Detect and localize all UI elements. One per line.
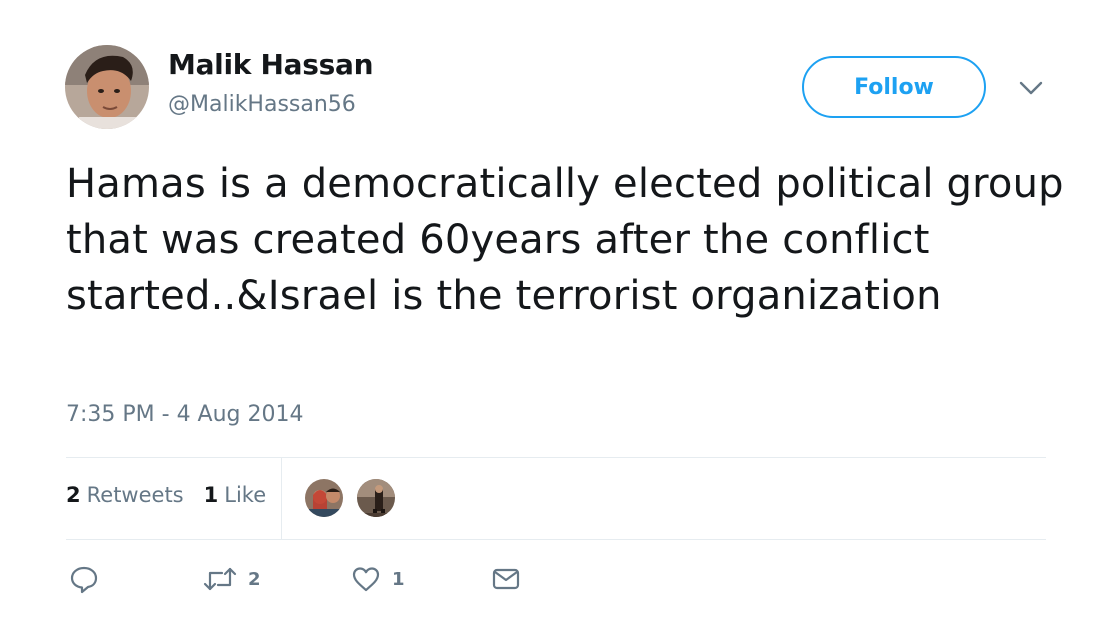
divider [66,457,1046,458]
retweet-button[interactable]: 2 [202,562,261,596]
likes-stat[interactable]: 1 Like [204,483,267,507]
likes-count: 1 [203,483,219,507]
tweet-card: Malik Hassan @MalikHassan56 Follow Hamas… [0,0,1114,641]
avatar-image [65,45,149,129]
follow-button[interactable]: Follow [802,56,986,118]
tweet-stats: 2 Retweets 1 Like [66,483,266,507]
retweets-label: Retweets [86,483,184,507]
follow-button-label: Follow [854,74,934,100]
stats-divider [281,458,282,539]
tweet-actions: 2 1 [66,562,586,596]
likes-label: Like [224,483,267,507]
direct-message-button[interactable] [490,562,522,596]
user-name[interactable]: Malik Hassan [168,48,374,81]
divider [66,539,1046,540]
like-count: 1 [392,568,405,590]
chevron-down-icon[interactable] [1018,78,1044,98]
heart-icon [352,567,380,592]
avatar[interactable] [65,45,149,129]
user-handle[interactable]: @MalikHassan56 [168,92,356,117]
liker-avatar[interactable] [355,477,397,519]
like-button[interactable]: 1 [350,562,405,596]
retweet-icon [203,567,237,591]
retweet-count: 2 [248,568,261,590]
retweets-stat[interactable]: 2 Retweets [66,483,184,507]
tweet-text: Hamas is a democratically elected politi… [66,161,1064,319]
reply-icon [70,566,98,594]
liker-avatar[interactable] [303,477,345,519]
retweets-count: 2 [66,483,81,507]
tweet-timestamp[interactable]: 7:35 PM - 4 Aug 2014 [66,402,304,427]
envelope-icon [492,568,520,590]
reply-button[interactable] [68,562,100,596]
